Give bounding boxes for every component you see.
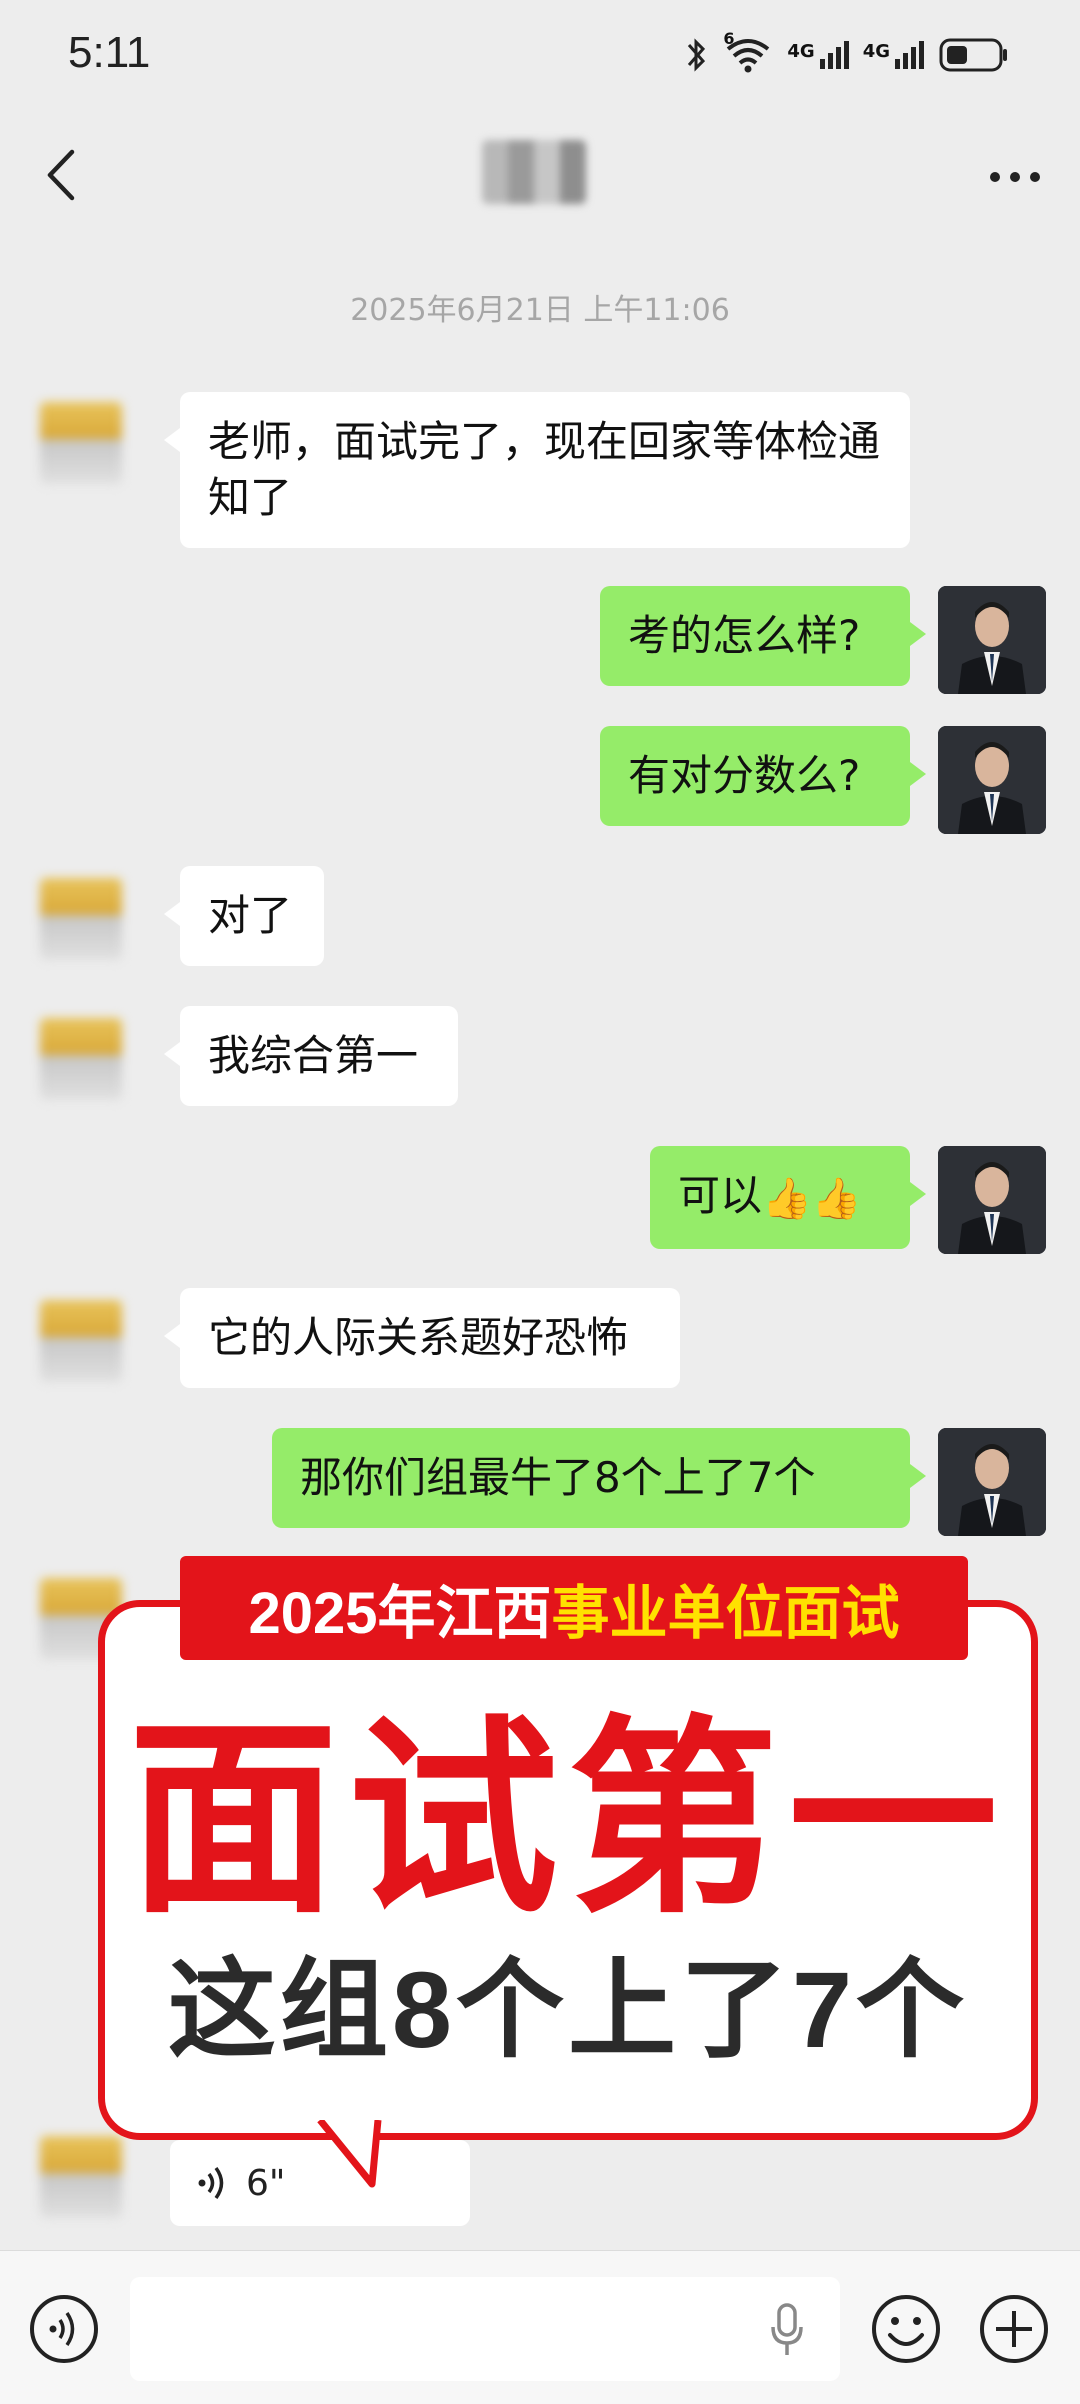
voice-duration: 6" [246,2162,286,2204]
message-text: 可以 [678,1171,763,1220]
contact-avatar[interactable] [40,878,122,960]
person-in-suit-icon [938,1146,1046,1254]
emoji-icon[interactable] [870,2293,942,2365]
voice-icon[interactable] [28,2293,100,2365]
promo-headline: 面试第一 [127,1702,1008,1937]
contact-avatar[interactable] [40,402,122,484]
message-bubble-outgoing[interactable]: 那你们组最牛了8个上了7个 [272,1428,926,1528]
message-bubble-outgoing[interactable]: 可以👍👍 [650,1146,926,1249]
promo-banner-highlight: 事业单位面试 [551,1581,900,1646]
contact-avatar[interactable] [40,1300,122,1382]
message-bubble-outgoing[interactable]: 考的怎么样? [600,586,926,686]
contact-avatar[interactable] [40,1018,122,1100]
promo-banner-prefix: 2025年江西 [248,1581,552,1646]
person-in-suit-icon [938,1428,1046,1536]
user-avatar[interactable] [938,586,1046,694]
message-text: 那你们组最牛了8个上了7个 [300,1453,816,1502]
message-bubble-incoming[interactable]: 老师，面试完了，现在回家等体检通知了 [164,392,910,548]
message-bubble-incoming[interactable]: 对了 [164,866,324,966]
message-text: 有对分数么? [628,751,861,800]
message-bubble-incoming[interactable]: 它的人际关系题好恐怖 [164,1288,680,1388]
microphone-icon[interactable] [770,2303,804,2357]
user-avatar[interactable] [938,1428,1046,1536]
message-bubble-outgoing[interactable]: 有对分数么? [600,726,926,826]
message-input[interactable] [130,2277,840,2381]
message-text: 老师，面试完了，现在回家等体检通知了 [208,417,881,522]
voice-wave-icon [198,2166,224,2200]
message-bubble-incoming[interactable]: 我综合第一 [164,1006,458,1106]
contact-avatar[interactable] [40,2136,122,2218]
thumbs-up-emoji: 👍👍 [762,1175,862,1222]
person-in-suit-icon [938,726,1046,834]
promo-subheadline: 这组8个上了7个 [167,1949,969,2070]
message-text: 考的怎么样? [628,611,861,660]
input-bar [0,2250,1080,2404]
plus-icon[interactable] [978,2293,1050,2365]
person-in-suit-icon [938,586,1046,694]
chat-timestamp: 2025年6月21日 上午11:06 [350,293,730,328]
promo-card-pointer [316,2120,382,2188]
promo-banner: 2025年江西 事业单位面试 [180,1556,968,1660]
chat-area[interactable]: 2025年6月21日 上午11:06 老师，面试完了，现在回家等体检通知了 考的… [0,0,1080,2250]
user-avatar[interactable] [938,726,1046,834]
message-text: 我综合第一 [208,1031,419,1080]
message-text: 它的人际关系题好恐怖 [208,1313,629,1362]
message-text: 对了 [208,891,293,940]
user-avatar[interactable] [938,1146,1046,1254]
